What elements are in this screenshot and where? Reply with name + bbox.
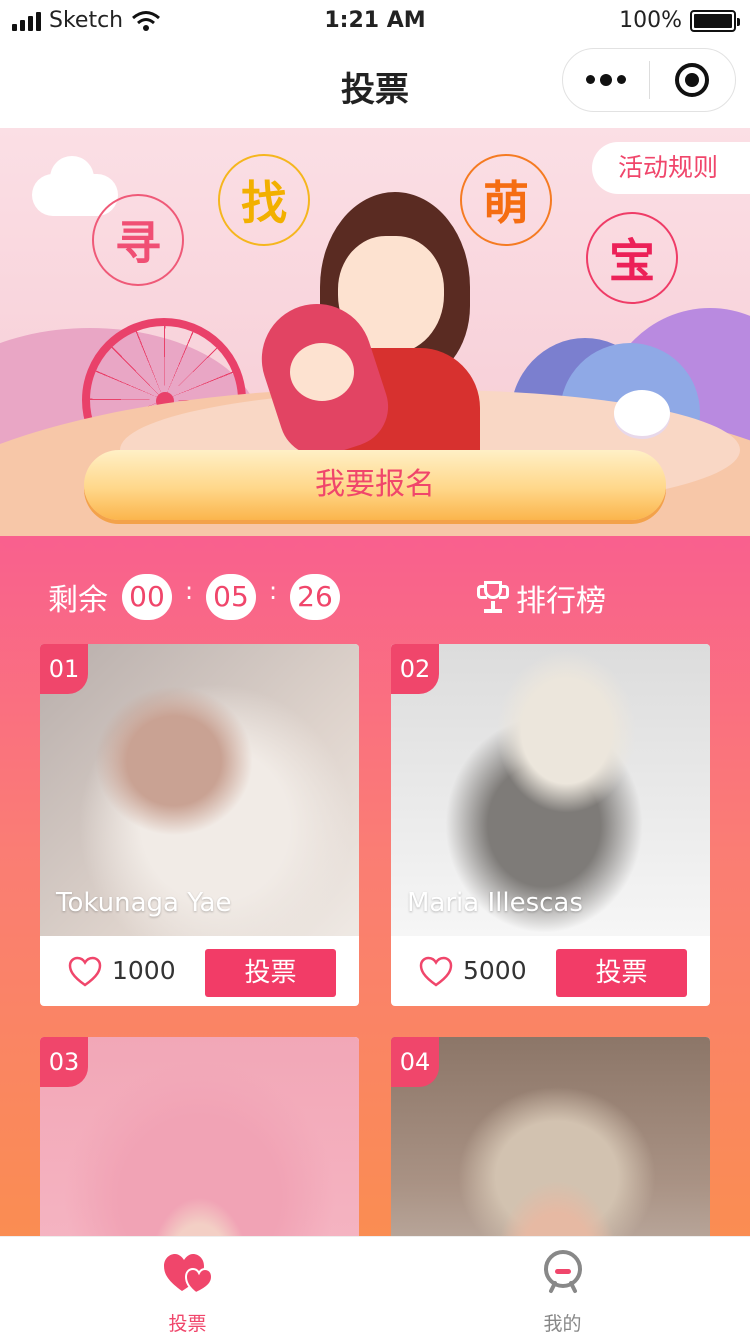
- title-char: 寻: [92, 194, 184, 286]
- scallop-edge: [0, 536, 750, 548]
- countdown-separator: :: [184, 577, 194, 605]
- tab-label: 我的: [543, 1313, 582, 1334]
- countdown-seconds: 26: [290, 574, 340, 620]
- entry-number: 03: [40, 1037, 88, 1087]
- entry-number: 04: [391, 1037, 439, 1087]
- entry-name: Maria Illescas: [407, 888, 583, 918]
- entry-card[interactable]: 01 Tokunaga Yae 1000 投票: [40, 644, 359, 1006]
- activity-rules-button[interactable]: 活动规则: [592, 142, 750, 194]
- close-mini-program-icon[interactable]: [650, 63, 735, 97]
- baby-face-illustration: [290, 343, 354, 401]
- entry-footer: 1000 投票: [40, 936, 359, 1006]
- vote-button[interactable]: 投票: [205, 949, 336, 997]
- countdown-minutes: 05: [206, 574, 256, 620]
- vote-button[interactable]: 投票: [556, 949, 687, 997]
- title-char: 萌: [460, 154, 552, 246]
- mini-program-capsule: [562, 48, 736, 112]
- heart-icon[interactable]: [419, 956, 453, 988]
- countdown-timer: 剩余 00 : 05 : 26: [48, 574, 340, 620]
- entry-footer: 5000 投票: [391, 936, 710, 1006]
- entry-card[interactable]: 04: [391, 1037, 710, 1236]
- nav-bar: 投票: [0, 40, 750, 128]
- countdown-hours: 00: [122, 574, 172, 620]
- ranking-label: 排行榜: [516, 584, 606, 619]
- entry-number: 02: [391, 644, 439, 694]
- like-count: 5000: [463, 956, 527, 985]
- countdown-label: 剩余: [48, 583, 108, 618]
- entry-name: Tokunaga Yae: [56, 888, 232, 918]
- user-icon: [544, 1250, 582, 1293]
- trophy-icon: [477, 581, 509, 615]
- tab-vote[interactable]: 投票: [0, 1237, 375, 1334]
- like-count: 1000: [112, 956, 176, 985]
- tab-mine[interactable]: 我的: [375, 1237, 750, 1334]
- title-char: 宝: [586, 212, 678, 304]
- tab-label: 投票: [168, 1313, 207, 1334]
- bunny-illustration: [614, 390, 670, 436]
- title-char: 找: [218, 154, 310, 246]
- vote-list-section: 剩余 00 : 05 : 26 排行榜 01 Tokunaga Yae 1000…: [0, 536, 750, 1236]
- battery-icon: [690, 9, 740, 32]
- ranking-link[interactable]: 排行榜: [477, 576, 606, 620]
- entry-number: 01: [40, 644, 88, 694]
- entry-card[interactable]: 03: [40, 1037, 359, 1236]
- signup-button[interactable]: 我要报名: [84, 450, 666, 520]
- banner: 寻 找 萌 宝 活动规则 我要报名: [0, 128, 750, 548]
- more-icon[interactable]: [563, 73, 649, 86]
- entry-card[interactable]: 02 Maria Illescas 5000 投票: [391, 644, 710, 1006]
- countdown-separator: :: [268, 577, 278, 605]
- battery-percent: 100%: [619, 8, 682, 33]
- hearts-icon: [164, 1254, 214, 1295]
- tab-bar: 投票 我的: [0, 1236, 750, 1334]
- heart-icon[interactable]: [68, 956, 102, 988]
- status-bar: Sketch 1:21 AM 100%: [0, 0, 750, 40]
